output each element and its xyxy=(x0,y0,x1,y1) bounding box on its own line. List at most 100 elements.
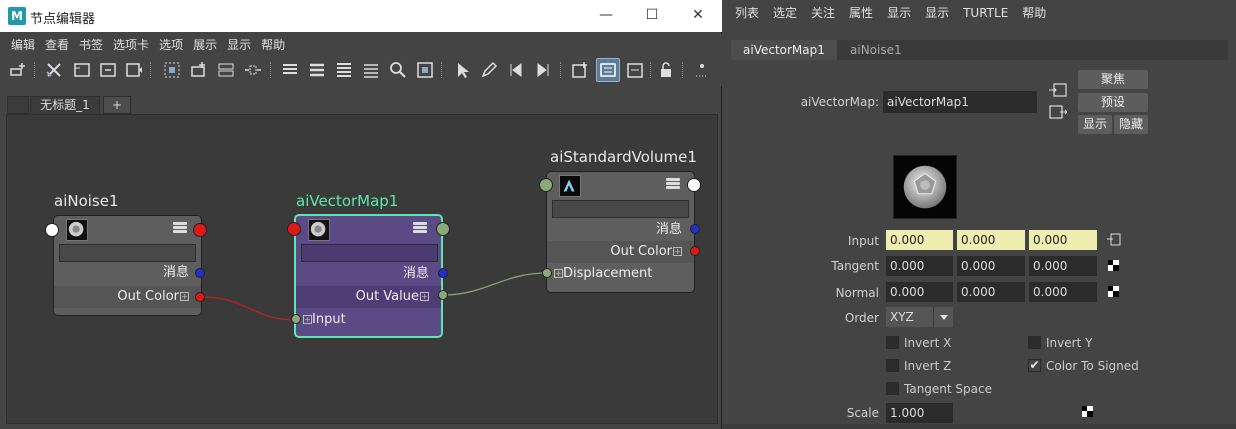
pin-icon[interactable] xyxy=(452,60,472,80)
menu-display[interactable]: 显示 xyxy=(918,0,956,26)
tangent-y-field[interactable]: 0.000 xyxy=(957,256,1025,276)
node-menu-icon[interactable] xyxy=(666,178,680,190)
menu-edit[interactable]: 编辑 xyxy=(0,34,40,56)
node-output-port[interactable] xyxy=(687,178,701,192)
node-output-port[interactable] xyxy=(436,222,450,236)
invert-y-checkbox[interactable] xyxy=(1028,336,1041,349)
input-y-field[interactable]: 0.000 xyxy=(957,230,1025,250)
node-menu-icon[interactable] xyxy=(413,222,427,234)
message-port[interactable] xyxy=(438,268,448,278)
message-port[interactable] xyxy=(690,224,700,234)
graph-in-icon[interactable] xyxy=(162,60,182,80)
menu-tabs[interactable]: 选项卡 xyxy=(108,34,154,56)
normal-z-field[interactable]: 0.000 xyxy=(1029,282,1097,302)
output-connections-icon[interactable] xyxy=(1049,105,1068,119)
node-output-port[interactable] xyxy=(193,223,207,237)
ae-scrollbar[interactable] xyxy=(723,424,1236,429)
node-aistandardvolume[interactable]: aiStandardVolume1 消息 Out Color + +Displac… xyxy=(546,148,697,293)
menu-view[interactable]: 查看 xyxy=(40,34,74,56)
order-dropdown[interactable]: XYZ xyxy=(886,307,953,327)
menu-list[interactable]: 列表 xyxy=(723,0,766,26)
node-name-field[interactable] xyxy=(552,200,689,218)
title-bar[interactable]: M 节点编辑器 — ☐ ✕ xyxy=(0,0,722,32)
menu-help[interactable]: 帮助 xyxy=(1015,0,1053,26)
tangent-x-field[interactable]: 0.000 xyxy=(886,256,953,276)
lock-icon[interactable] xyxy=(656,60,676,80)
menu-options[interactable]: 选项 xyxy=(154,34,188,56)
menu-show[interactable]: 显示 xyxy=(880,0,918,26)
message-port[interactable] xyxy=(195,268,205,278)
node-aivectormap[interactable]: aiVectorMap1 消息 Out Value + +Input xyxy=(294,192,443,338)
invert-z-checkbox[interactable] xyxy=(886,359,899,372)
input-port[interactable] xyxy=(291,314,301,324)
toggle-swatch-icon[interactable] xyxy=(570,60,590,80)
hide-button[interactable]: 隐藏 xyxy=(1114,115,1148,134)
displacement-port[interactable] xyxy=(542,268,552,278)
menu-selected[interactable]: 选定 xyxy=(766,0,804,26)
layout-connected-icon[interactable] xyxy=(307,60,327,80)
frame-next-icon[interactable] xyxy=(124,60,144,80)
out-value-port[interactable] xyxy=(438,290,448,300)
tab-aivectormap[interactable]: aiVectorMap1 xyxy=(731,40,837,60)
tangent-space-checkbox[interactable] xyxy=(886,382,899,395)
scale-field[interactable]: 1.000 xyxy=(886,403,953,423)
search-icon[interactable] xyxy=(388,60,408,80)
tab-untitled[interactable]: 无标题_1 xyxy=(30,96,100,114)
layout-custom-icon[interactable] xyxy=(361,60,381,80)
frame-selected-icon[interactable] xyxy=(98,60,118,80)
minimize-button[interactable]: — xyxy=(583,0,629,32)
frame-all-icon[interactable] xyxy=(72,60,92,80)
node-name-field[interactable] xyxy=(301,244,438,262)
out-color-port[interactable] xyxy=(690,246,700,256)
toggle-filter-icon[interactable] xyxy=(625,60,645,80)
menu-show[interactable]: 展示 xyxy=(188,34,222,56)
node-menu-icon[interactable] xyxy=(173,222,187,234)
input-connected-icon[interactable] xyxy=(1107,233,1121,246)
node-input-port[interactable] xyxy=(539,178,553,192)
edit-icon[interactable] xyxy=(479,60,499,80)
node-ainoise[interactable]: aiNoise1 消息 Out Color + xyxy=(53,192,202,316)
graph-out-icon[interactable] xyxy=(189,60,209,80)
normal-map-icon[interactable] xyxy=(1108,286,1119,297)
toggle-attr-icon[interactable] xyxy=(596,58,620,82)
close-button[interactable]: ✕ xyxy=(675,0,721,32)
menu-help[interactable]: 帮助 xyxy=(256,34,290,56)
remove-icon[interactable] xyxy=(44,60,64,80)
out-color-port[interactable] xyxy=(195,292,205,302)
tangent-map-icon[interactable] xyxy=(1108,260,1119,271)
layout-simple-icon[interactable] xyxy=(280,60,300,80)
node-input-port[interactable] xyxy=(45,223,59,237)
focus-button[interactable]: 聚焦 xyxy=(1078,70,1148,89)
presets-button[interactable]: 预设 xyxy=(1078,93,1148,112)
color-to-signed-checkbox[interactable]: ✔ xyxy=(1028,359,1041,372)
node-input-port[interactable] xyxy=(287,222,301,236)
input-z-field[interactable]: 0.000 xyxy=(1029,230,1097,250)
menu-bookmarks[interactable]: 书签 xyxy=(74,34,108,56)
back-icon[interactable] xyxy=(506,60,526,80)
tangent-z-field[interactable]: 0.000 xyxy=(1029,256,1097,276)
normal-y-field[interactable]: 0.000 xyxy=(957,282,1025,302)
input-x-field[interactable]: 0.000 xyxy=(886,230,953,250)
show-button[interactable]: 显示 xyxy=(1078,115,1112,134)
graph-spread-icon[interactable] xyxy=(243,60,263,80)
maximize-button[interactable]: ☐ xyxy=(629,0,675,32)
node-graph[interactable]: aiNoise1 消息 Out Color + aiVectorMap1 消息 … xyxy=(6,114,718,424)
menu-display[interactable]: 显示 xyxy=(222,34,256,56)
menu-attributes[interactable]: 属性 xyxy=(842,0,880,26)
node-name-input[interactable]: aiVectorMap1 xyxy=(883,91,1037,113)
menu-focus[interactable]: 关注 xyxy=(804,0,842,26)
invert-x-checkbox[interactable] xyxy=(886,336,899,349)
node-name-field[interactable] xyxy=(59,244,196,262)
input-connections-icon[interactable] xyxy=(1049,83,1067,97)
forward-icon[interactable] xyxy=(533,60,553,80)
more-icon[interactable] xyxy=(692,60,712,80)
layout-all-icon[interactable] xyxy=(334,60,354,80)
tab-ainoise[interactable]: aiNoise1 xyxy=(838,40,914,60)
scale-map-icon[interactable] xyxy=(1082,406,1093,417)
graph-inout-icon[interactable] xyxy=(216,60,236,80)
snapshot-icon[interactable] xyxy=(415,60,435,80)
add-tab-button[interactable]: + xyxy=(103,96,131,114)
add-selected-icon[interactable] xyxy=(8,60,28,80)
normal-x-field[interactable]: 0.000 xyxy=(886,282,953,302)
tab-list-handle[interactable] xyxy=(7,96,29,114)
